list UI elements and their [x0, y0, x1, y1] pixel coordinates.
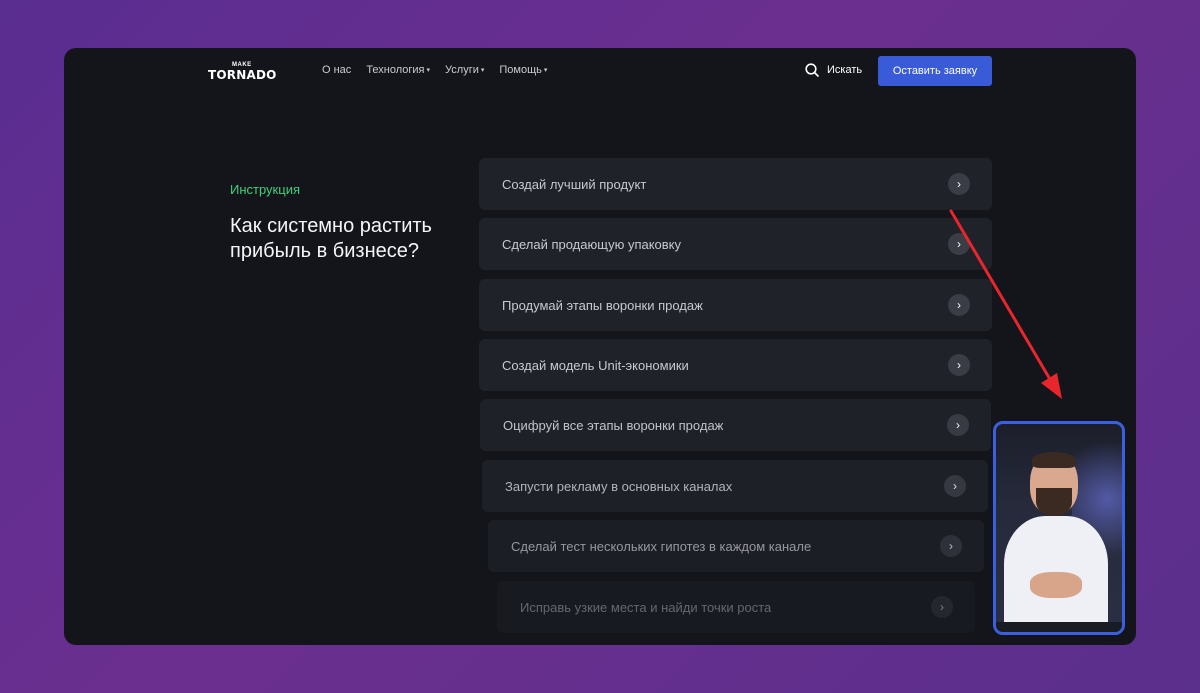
nav-item-technology[interactable]: Технология ▾ [366, 64, 430, 76]
nav-item-label: Технология [366, 64, 425, 76]
caret-down-icon: ▾ [543, 67, 548, 74]
step-item[interactable]: Продумай этапы воронки продаж › [479, 279, 992, 331]
nav-item-label: Услуги [445, 64, 479, 76]
section-headline: Как системно растить прибыль в бизнесе? [230, 215, 432, 262]
presenter-beard [1036, 488, 1072, 516]
search-icon [805, 63, 819, 77]
presenter-hands [1030, 572, 1082, 598]
step-item[interactable]: Оцифруй все этапы воронки продаж › [480, 399, 991, 451]
presenter-hair [1032, 452, 1076, 468]
submit-request-button[interactable]: Оставить заявку [878, 56, 992, 86]
step-item[interactable]: Исправь узкие места и найди точки роста … [497, 581, 975, 633]
nav-item-about[interactable]: О нас [322, 64, 351, 76]
search-label: Искать [827, 64, 863, 76]
step-label: Продумай этапы воронки продаж [502, 297, 703, 313]
step-label: Создай модель Unit-экономики [502, 357, 689, 373]
caret-down-icon: ▾ [426, 67, 431, 74]
chevron-right-icon: › [931, 596, 953, 618]
step-item[interactable]: Сделай тест нескольких гипотез в каждом … [488, 520, 984, 572]
nav-item-help[interactable]: Помощь ▾ [499, 64, 547, 76]
video-desk [996, 622, 1122, 632]
nav-item-services[interactable]: Услуги ▾ [445, 64, 484, 76]
step-item[interactable]: Создай лучший продукт › [479, 158, 992, 210]
step-label: Создай лучший продукт [502, 176, 647, 192]
chevron-right-icon: › [947, 414, 969, 436]
step-label: Запусти рекламу в основных каналах [505, 478, 733, 494]
chevron-right-icon: › [948, 173, 970, 195]
chevron-right-icon: › [944, 475, 966, 497]
step-item[interactable]: Запусти рекламу в основных каналах › [482, 460, 988, 512]
step-label: Сделай продающую упаковку [502, 236, 682, 252]
section-eyebrow: Инструкция [230, 182, 300, 197]
main-nav: О нас Технология ▾ Услуги ▾ Помощь ▾ [322, 64, 562, 76]
nav-item-label: Помощь [499, 64, 542, 76]
step-label: Оцифруй все этапы воронки продаж [503, 417, 724, 433]
chevron-right-icon: › [940, 535, 962, 557]
search-button[interactable]: Искать [805, 63, 862, 77]
presenter-video[interactable] [993, 421, 1125, 635]
step-label: Сделай тест нескольких гипотез в каждом … [511, 538, 812, 554]
caret-down-icon: ▾ [480, 67, 485, 74]
nav-item-label: О нас [322, 64, 352, 76]
step-item[interactable]: Создай модель Unit-экономики › [479, 339, 992, 391]
step-label: Исправь узкие места и найди точки роста [520, 599, 772, 615]
step-item[interactable]: Сделай продающую упаковку › [479, 218, 992, 270]
logo-main-text: TORNADO [208, 68, 277, 82]
annotation-arrow [949, 209, 1062, 399]
